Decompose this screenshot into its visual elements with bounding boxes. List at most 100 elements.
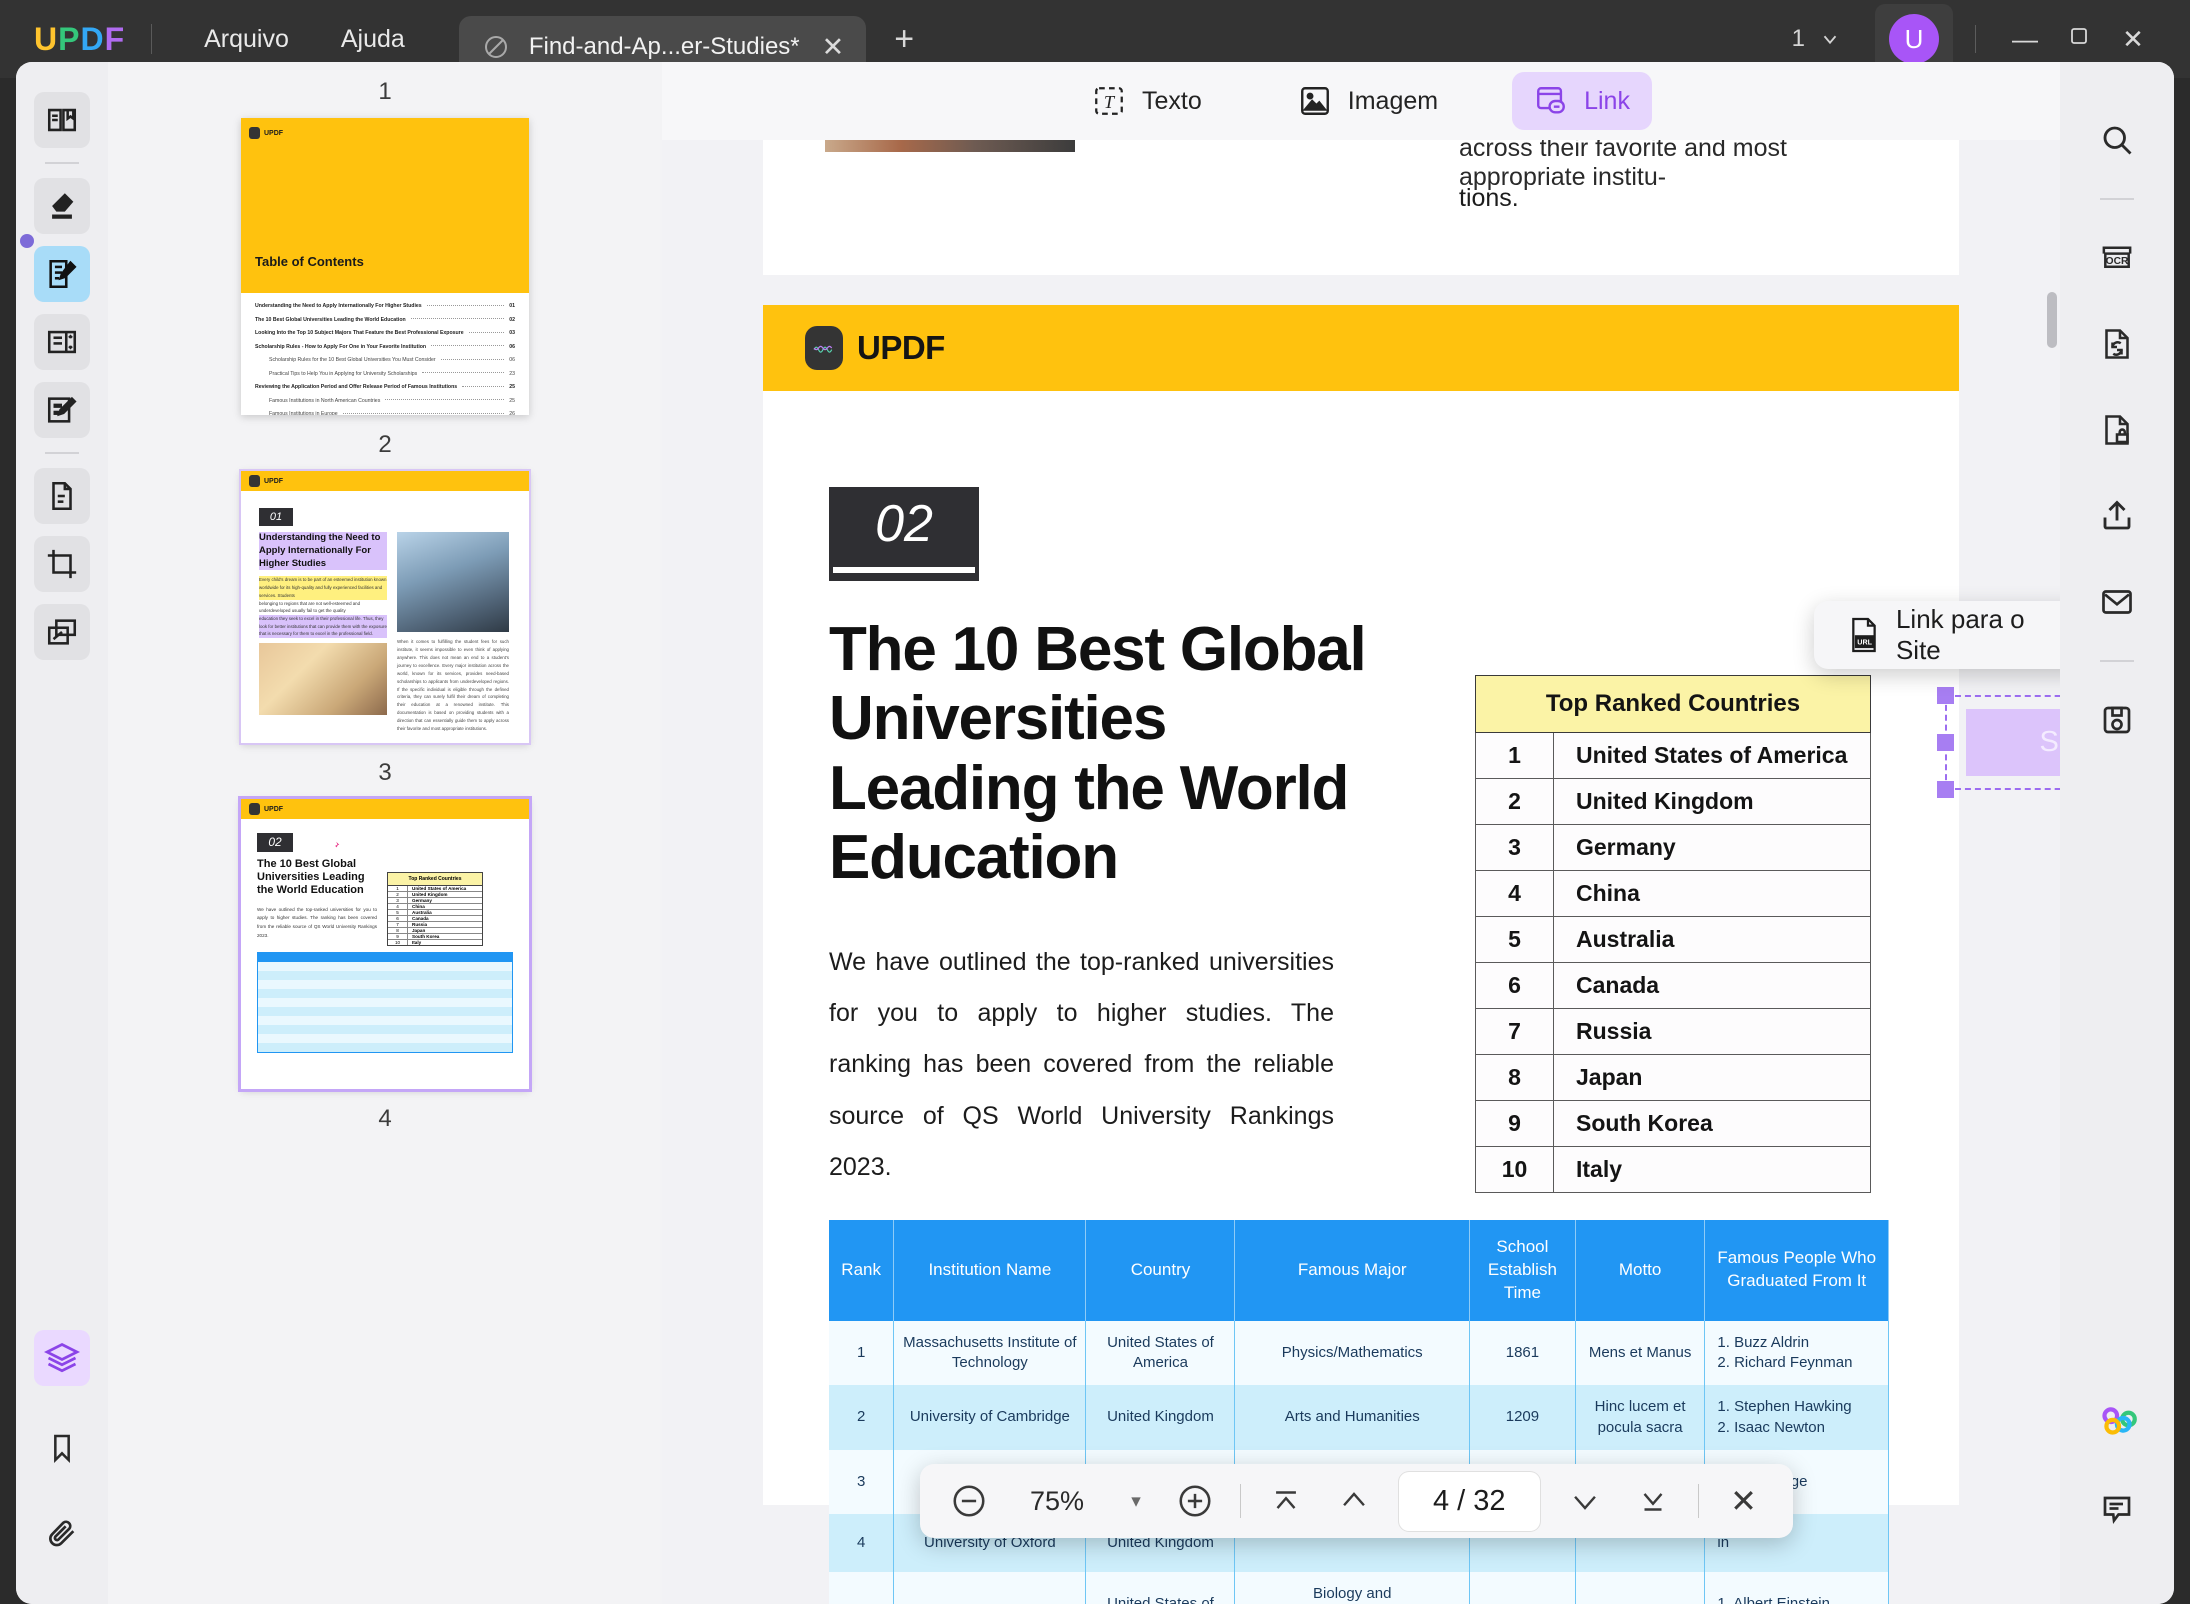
- search-button[interactable]: [2089, 112, 2145, 168]
- menu-ajuda[interactable]: Ajuda: [315, 25, 431, 54]
- zoom-in-button[interactable]: [1172, 1482, 1218, 1520]
- svg-text:T: T: [1104, 92, 1116, 112]
- save-button[interactable]: [2089, 692, 2145, 748]
- tool-link[interactable]: Link: [1512, 72, 1652, 130]
- ocr-button[interactable]: OCR: [2089, 230, 2145, 286]
- previous-page-button[interactable]: [1331, 1484, 1377, 1518]
- tool-texto[interactable]: T Texto: [1070, 72, 1224, 130]
- sidebar-item-highlighter[interactable]: [34, 178, 90, 234]
- thumbnail-page-2[interactable]: UPDF 01 Understanding the Need to Apply …: [241, 471, 529, 743]
- table-row: 10Italy: [1476, 1147, 1871, 1193]
- annotate-icon: [45, 393, 79, 427]
- zoom-out-button[interactable]: [946, 1482, 992, 1520]
- first-page-button[interactable]: [1263, 1484, 1309, 1518]
- sidebar-item-crop[interactable]: [34, 536, 90, 592]
- email-button[interactable]: [2089, 574, 2145, 630]
- minimize-button[interactable]: —: [1998, 24, 2052, 55]
- zoom-dropdown-button[interactable]: ▾: [1122, 1490, 1150, 1513]
- sidebar-item-organize-pages[interactable]: [34, 468, 90, 524]
- menu-arquivo[interactable]: Arquivo: [178, 25, 315, 54]
- table-row: 2United Kingdom: [1476, 779, 1871, 825]
- toc-row-text: Scholarship Rules - How to Apply For One…: [255, 344, 426, 350]
- thumb-page3-para-purple: education they seek to excel in their pr…: [259, 615, 387, 638]
- toc-row: The 10 Best Global Universities Leading …: [255, 317, 515, 323]
- sidebar-item-annotate[interactable]: [34, 382, 90, 438]
- sidebar-item-edit-pdf[interactable]: [34, 246, 90, 302]
- bookmark-icon: [46, 1432, 78, 1464]
- document-scroll-container[interactable]: across their favorite and most appropria…: [662, 140, 2060, 1604]
- toc-row-page: 26: [509, 411, 515, 415]
- thumbnail-list: 1 UPDF Table of Contents Understanding t…: [108, 62, 662, 1145]
- new-tab-button[interactable]: +: [894, 22, 914, 56]
- toc-title: Table of Contents: [241, 254, 378, 269]
- sidebar-item-layers[interactable]: [34, 1330, 90, 1386]
- col-established: School Establish Time: [1470, 1220, 1576, 1321]
- thumb-page3-para-plain: belonging to regions that are not well-e…: [259, 600, 387, 615]
- cell-rank: 1: [829, 1321, 894, 1386]
- toc-row-page: 25: [509, 398, 515, 404]
- close-navbar-button[interactable]: ✕: [1721, 1482, 1767, 1520]
- resize-handle-nw[interactable]: [1937, 687, 1954, 704]
- tool-link-label: Link: [1584, 87, 1630, 116]
- sidebar-item-form[interactable]: [34, 314, 90, 370]
- col-institution: Institution Name: [894, 1220, 1086, 1321]
- tab-close-button[interactable]: ✕: [822, 34, 845, 61]
- countries-table-title: Top Ranked Countries: [1476, 676, 1871, 733]
- thumb-countries-rows: 1United States of America 2United Kingdo…: [388, 886, 482, 945]
- convert-button[interactable]: [2089, 316, 2145, 372]
- thumb-page3-heading: Understanding the Need to Apply Internat…: [259, 532, 387, 570]
- country-name: Canada: [1554, 963, 1871, 1009]
- cell-people: 1. Albert Einstein 2. Tony Blair: [1705, 1572, 1889, 1604]
- cell-people: 1. Buzz Aldrin 2. Richard Feynman: [1705, 1321, 1889, 1386]
- selected-link-annotation[interactable]: Sem Destino: [1945, 695, 2060, 790]
- tool-imagem[interactable]: Imagem: [1276, 72, 1460, 130]
- country-rank: 4: [1476, 871, 1554, 917]
- next-page-button[interactable]: [1562, 1484, 1608, 1518]
- thumb-page3-image-lower: [259, 643, 387, 715]
- last-page-button[interactable]: [1630, 1484, 1676, 1518]
- maximize-icon: [2067, 24, 2091, 48]
- sidebar-item-compare[interactable]: [34, 604, 90, 660]
- logo-letter-d: D: [80, 21, 104, 58]
- toc-row: Famous Institutions in Europe26: [255, 411, 515, 415]
- titlebar-divider: [151, 24, 152, 54]
- country-name: United States of America: [1554, 733, 1871, 779]
- maximize-button[interactable]: [2052, 24, 2106, 55]
- table-row: 1 Massachusetts Institute of Technology …: [829, 1321, 1889, 1386]
- thumbnail-pane[interactable]: 1 UPDF Table of Contents Understanding t…: [108, 62, 662, 1604]
- bottombar-divider-2: [1698, 1484, 1699, 1518]
- sidebar-item-attachment[interactable]: [34, 1506, 90, 1562]
- share-icon: [2099, 498, 2135, 534]
- cell-major: Arts and Humanities: [1235, 1385, 1470, 1450]
- country-rank: 7: [1476, 1009, 1554, 1055]
- thumbnail-page-1[interactable]: UPDF Table of Contents Understanding the…: [241, 118, 529, 415]
- share-button[interactable]: [2089, 488, 2145, 544]
- logo-letter-u: U: [34, 21, 58, 58]
- window-controls-divider: [1975, 25, 1976, 53]
- cell-institution: Massachusetts Institute of Technology: [894, 1321, 1086, 1386]
- toc-row: Practical Tips to Help You in Applying f…: [255, 371, 515, 377]
- next-page-icon: [1568, 1484, 1602, 1518]
- resize-handle-w[interactable]: [1937, 734, 1954, 751]
- ai-assistant-button[interactable]: [2089, 1392, 2145, 1448]
- protect-button[interactable]: [2089, 402, 2145, 458]
- page-brand-bar: UPDF: [763, 305, 1959, 391]
- comment-button[interactable]: [2089, 1482, 2145, 1538]
- thumb-section-badge: 01: [259, 508, 293, 526]
- link-para-o-site-button[interactable]: URL Link para o Site: [1848, 604, 2060, 666]
- sidebar-item-reader[interactable]: [34, 92, 90, 148]
- window-count-dropdown[interactable]: 1: [1792, 25, 1841, 53]
- zoom-level-label[interactable]: 75%: [1014, 1486, 1100, 1517]
- resize-handle-sw[interactable]: [1937, 781, 1954, 798]
- document-scrollbar[interactable]: [2047, 292, 2057, 348]
- country-rank: 10: [1476, 1147, 1554, 1193]
- country-name: Australia: [1554, 917, 1871, 963]
- close-window-button[interactable]: ✕: [2106, 24, 2160, 55]
- country-name: Japan: [1554, 1055, 1871, 1101]
- page-number-field[interactable]: 4 / 32: [1399, 1472, 1540, 1531]
- sidebar-item-bookmark[interactable]: [34, 1420, 90, 1476]
- thumbnail-page-3[interactable]: UPDF 02 The 10 Best Global Universities …: [241, 799, 529, 1089]
- page-body-text: We have outlined the top-ranked universi…: [829, 937, 1334, 1193]
- toc-row-page: 02: [509, 317, 515, 323]
- col-people: Famous People Who Graduated From It: [1705, 1220, 1889, 1321]
